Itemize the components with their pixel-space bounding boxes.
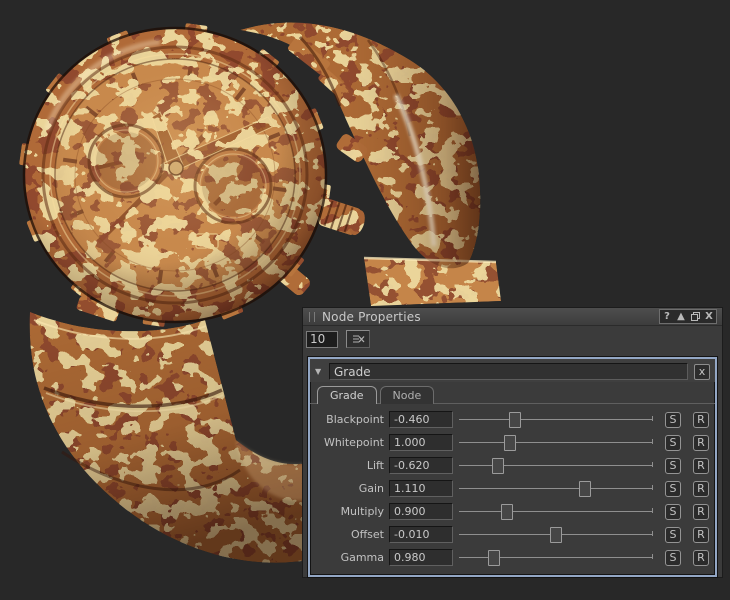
node-properties-panel: Node Properties ? ▲ X ▼ x Grade Node <box>302 307 723 578</box>
collapse-triangle-icon[interactable]: ▼ <box>315 367 329 376</box>
slider-handle[interactable] <box>550 527 562 543</box>
detach-icon[interactable]: ▲ <box>674 310 688 323</box>
slider-handle[interactable] <box>504 435 516 451</box>
parameter-row: Offset -0.010 S R <box>314 523 709 546</box>
parameter-row: Whitepoint 1.000 S R <box>314 431 709 454</box>
parameter-label: Multiply <box>314 505 384 518</box>
parameter-value-field[interactable]: -0.460 <box>389 411 453 428</box>
node-name-input[interactable] <box>329 363 688 380</box>
reset-button[interactable]: R <box>693 527 709 543</box>
restore-icon[interactable] <box>688 310 702 323</box>
parameter-slider[interactable] <box>459 480 656 497</box>
slider-handle[interactable] <box>492 458 504 474</box>
slider-handle[interactable] <box>579 481 591 497</box>
reset-button[interactable]: R <box>693 481 709 497</box>
slider-handle[interactable] <box>488 550 500 566</box>
help-icon[interactable]: ? <box>660 310 674 323</box>
reset-button[interactable]: R <box>693 412 709 428</box>
sample-button[interactable]: S <box>665 527 681 543</box>
reset-button[interactable]: R <box>693 458 709 474</box>
sample-button[interactable]: S <box>665 458 681 474</box>
parameter-row: Multiply 0.900 S R <box>314 500 709 523</box>
parameter-row: Blackpoint -0.460 S R <box>314 408 709 431</box>
watch-band-link <box>364 258 501 306</box>
grade-node-panel: ▼ x Grade Node Blackpoint -0.460 S R <box>308 357 717 577</box>
reset-button[interactable]: R <box>693 435 709 451</box>
parameter-value-field[interactable]: 1.110 <box>389 480 453 497</box>
panel-titlebar[interactable]: Node Properties ? ▲ X <box>303 308 722 326</box>
tab-bar: Grade Node <box>310 382 715 404</box>
slider-handle[interactable] <box>501 504 513 520</box>
parameter-list: Blackpoint -0.460 S R Whitepoint 1.000 S <box>310 404 715 575</box>
parameter-slider[interactable] <box>459 457 656 474</box>
parameter-value-field[interactable]: -0.010 <box>389 526 453 543</box>
node-close-button[interactable]: x <box>694 364 710 380</box>
panel-toolbar <box>303 326 722 353</box>
parameter-row: Gamma 0.980 S R <box>314 546 709 569</box>
clear-panels-button[interactable] <box>346 330 370 348</box>
parameter-label: Blackpoint <box>314 413 384 426</box>
window-buttons: ? ▲ X <box>659 309 717 324</box>
parameter-value-field[interactable]: -0.620 <box>389 457 453 474</box>
application-window: Node Properties ? ▲ X ▼ x Grade Node <box>0 0 730 600</box>
parameter-slider[interactable] <box>459 411 656 428</box>
slider-handle[interactable] <box>509 412 521 428</box>
reset-button[interactable]: R <box>693 504 709 520</box>
reset-button[interactable]: R <box>693 550 709 566</box>
parameter-label: Lift <box>314 459 384 472</box>
sample-button[interactable]: S <box>665 481 681 497</box>
parameter-value-field[interactable]: 0.900 <box>389 503 453 520</box>
tab-node[interactable]: Node <box>380 386 435 404</box>
max-panels-input[interactable] <box>306 331 338 348</box>
sample-button[interactable]: S <box>665 412 681 428</box>
close-icon[interactable]: X <box>702 310 716 323</box>
parameter-label: Gamma <box>314 551 384 564</box>
sample-button[interactable]: S <box>665 435 681 451</box>
parameter-slider[interactable] <box>459 549 656 566</box>
panel-grip-icon <box>309 312 315 322</box>
sample-button[interactable]: S <box>665 550 681 566</box>
tab-grade[interactable]: Grade <box>317 386 377 404</box>
parameter-label: Gain <box>314 482 384 495</box>
parameter-slider[interactable] <box>459 526 656 543</box>
parameter-row: Gain 1.110 S R <box>314 477 709 500</box>
parameter-slider[interactable] <box>459 503 656 520</box>
parameter-label: Offset <box>314 528 384 541</box>
sample-button[interactable]: S <box>665 504 681 520</box>
parameter-row: Lift -0.620 S R <box>314 454 709 477</box>
node-header: ▼ x <box>310 359 715 382</box>
clear-panels-icon <box>352 334 365 344</box>
panel-title: Node Properties <box>322 310 659 324</box>
parameter-slider[interactable] <box>459 434 656 451</box>
parameter-value-field[interactable]: 0.980 <box>389 549 453 566</box>
parameter-label: Whitepoint <box>314 436 384 449</box>
parameter-value-field[interactable]: 1.000 <box>389 434 453 451</box>
